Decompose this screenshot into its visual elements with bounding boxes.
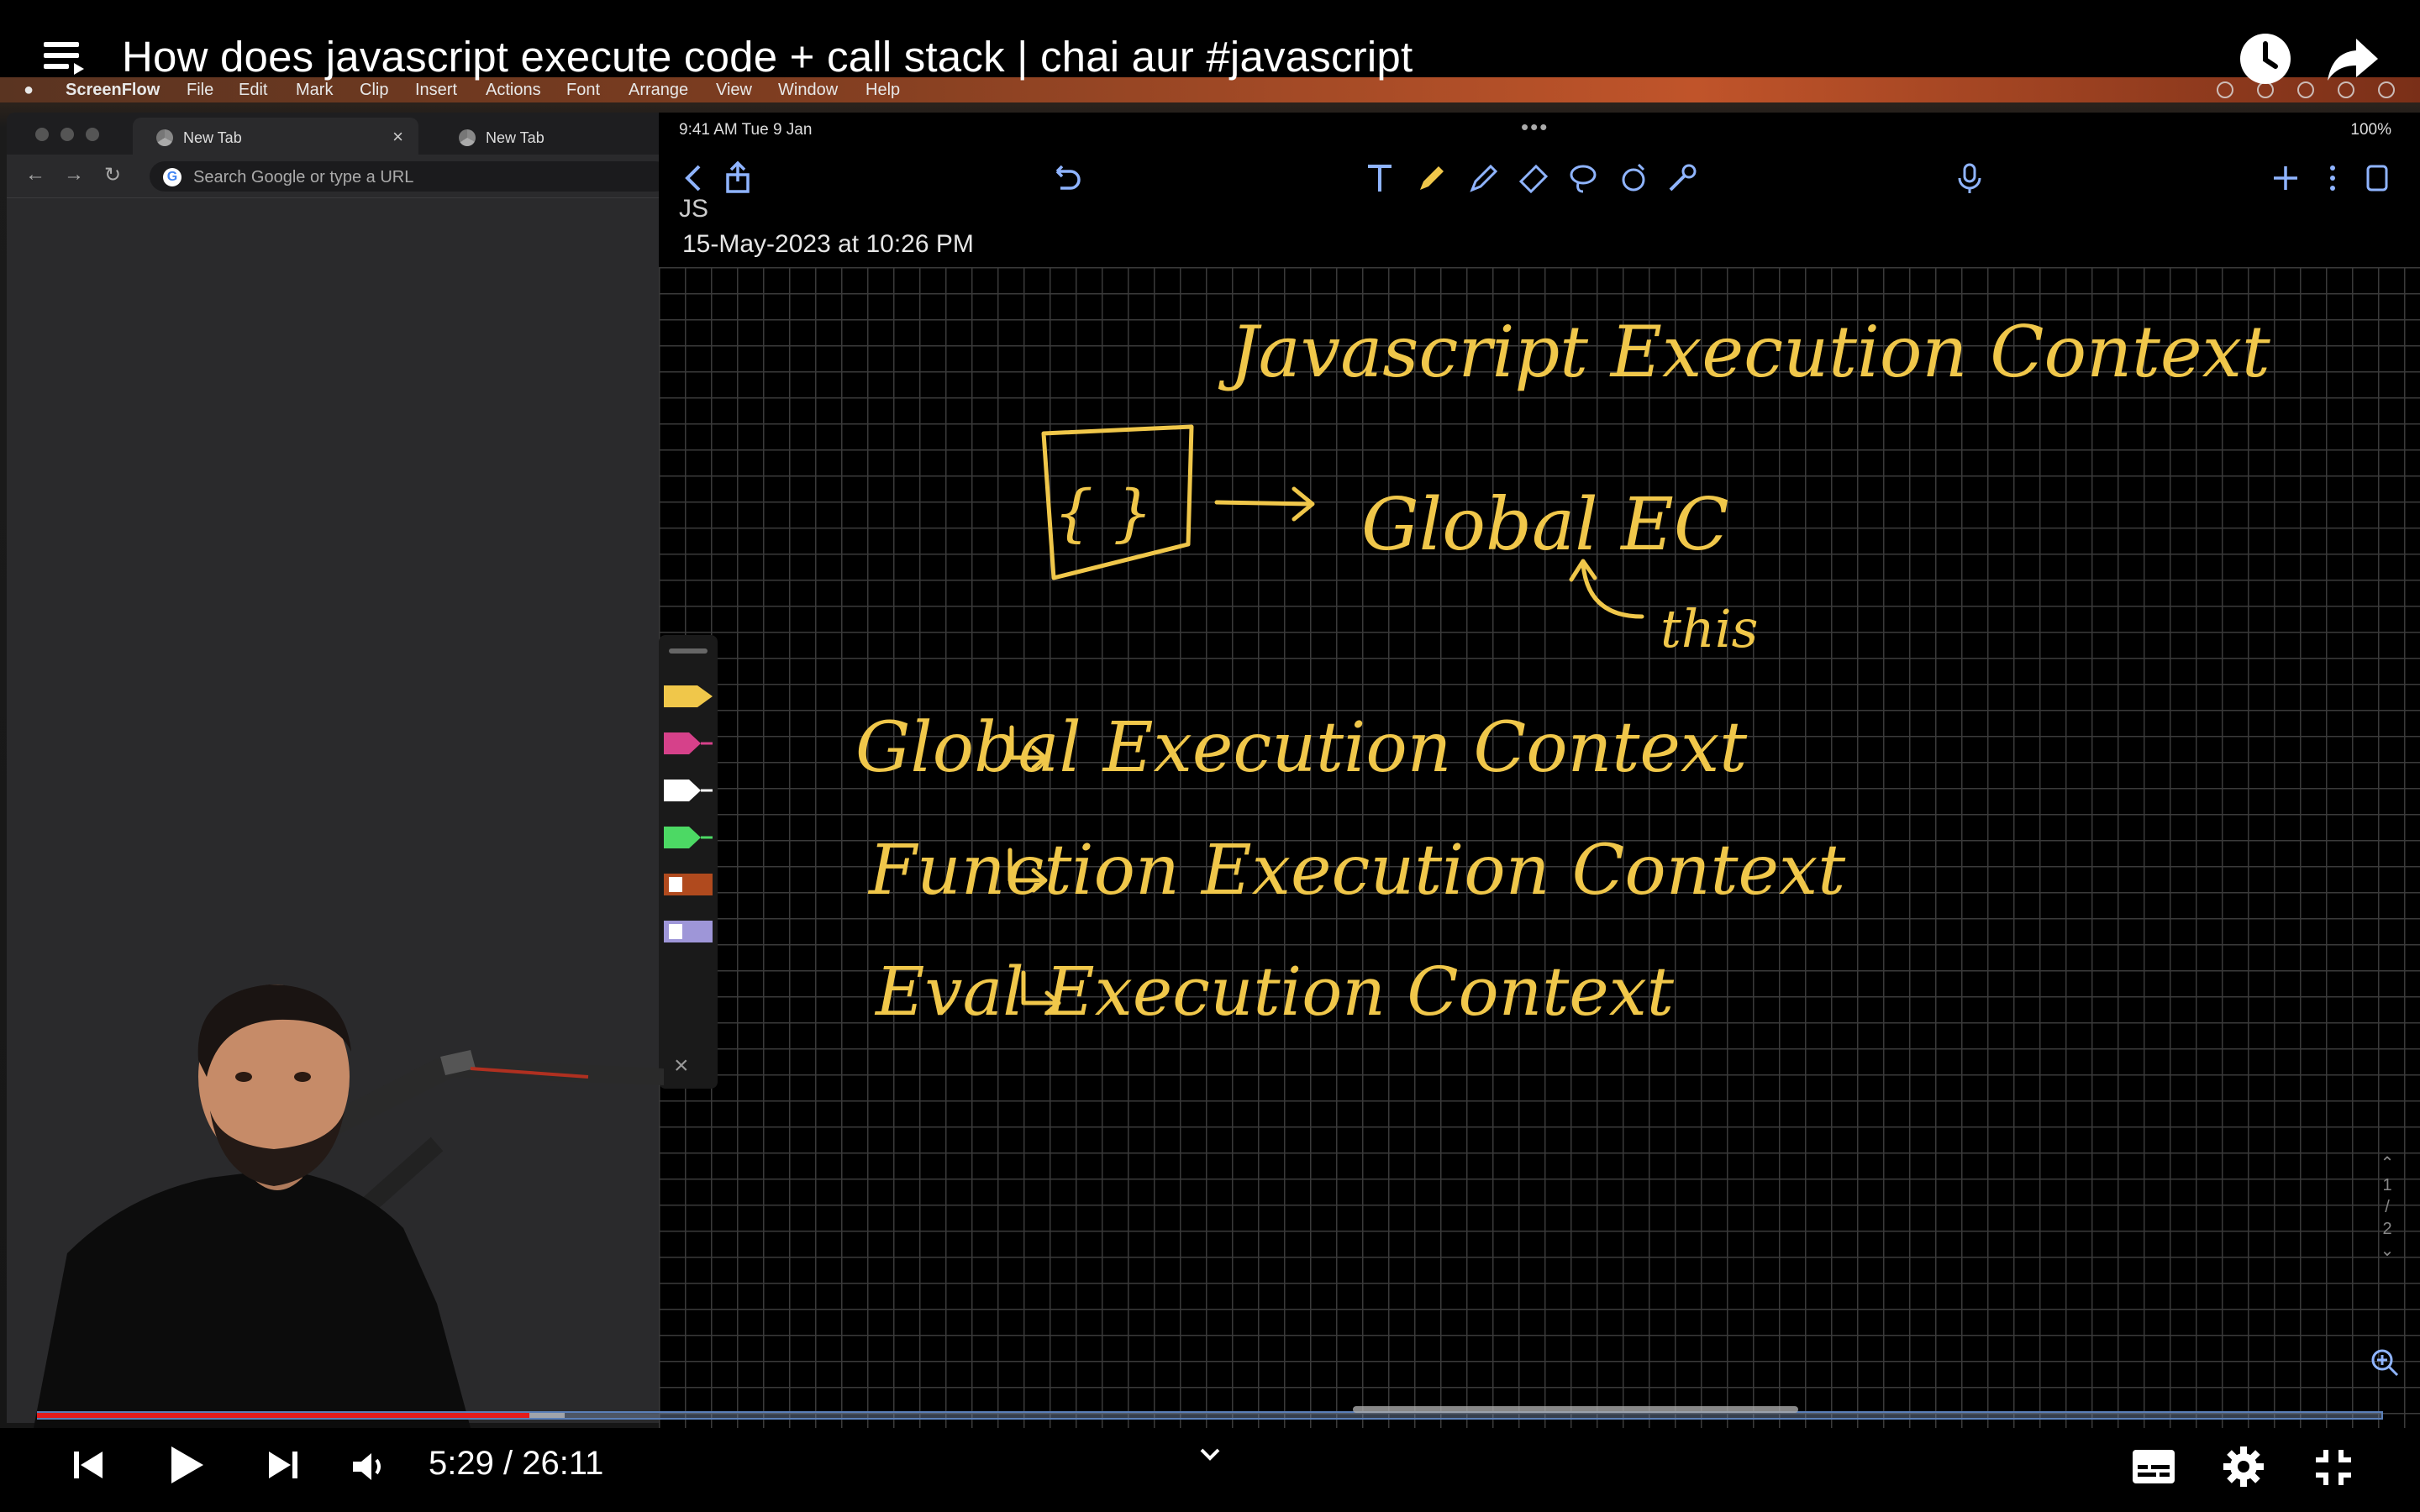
menu-item: Font xyxy=(566,81,601,99)
menu-item: Arrange xyxy=(629,81,689,99)
chrome-icon xyxy=(459,129,476,146)
laser-pointer-icon xyxy=(1669,164,1697,192)
handwritten-braces: { } xyxy=(1054,477,1153,549)
google-icon: G xyxy=(163,168,182,186)
video-frame[interactable]: ● ScreenFlow File Edit Mark Clip Insert … xyxy=(0,77,2420,1428)
apple-icon: ● xyxy=(24,81,34,99)
status-time: 9:41 AM Tue 9 Jan xyxy=(679,121,813,139)
eraser-icon xyxy=(1518,164,1549,194)
window-controls xyxy=(35,128,99,141)
chevron-down-icon[interactable] xyxy=(1193,1443,1227,1468)
this-arrow-sketch xyxy=(1569,559,1644,619)
menu-item: File xyxy=(187,81,214,99)
handwritten-title: Javascript Execution Context xyxy=(1218,311,2270,393)
presenter-webcam xyxy=(34,984,664,1428)
page-separator: / xyxy=(2385,1198,2390,1216)
page-current: 1 xyxy=(2382,1176,2392,1194)
multitask-dots-icon: ••• xyxy=(1521,114,1549,139)
highlighter-orange-icon xyxy=(664,872,713,897)
handwritten-this: this xyxy=(1660,598,1759,659)
microphone-icon xyxy=(1958,163,1981,193)
browser-tab-strip: New Tab × New Tab xyxy=(7,113,662,155)
menu-item: View xyxy=(716,81,752,99)
chevron-up-icon: ⌃ xyxy=(2380,1154,2395,1173)
pen-green-icon xyxy=(664,825,713,850)
progress-played xyxy=(37,1413,530,1418)
handwritten-item: Eval Execution Context xyxy=(874,953,1675,1031)
menu-item: Insert xyxy=(415,81,458,99)
zoom-in-icon xyxy=(2371,1349,2399,1377)
highlighter-icon xyxy=(1470,164,1498,192)
close-icon: × xyxy=(674,1052,689,1079)
highlighter-lavender-icon xyxy=(664,919,713,944)
share-icon[interactable] xyxy=(2326,32,2380,86)
back-chevron-icon xyxy=(685,165,701,192)
more-options-icon xyxy=(2330,165,2335,191)
notes-app: 9:41 AM Tue 9 Jan ••• 100% JS 15-May-202… xyxy=(659,113,2420,1428)
pen-tool-icon xyxy=(1420,166,1444,190)
menu-item: Help xyxy=(865,81,901,99)
tab-label: New Tab xyxy=(183,129,242,146)
time-display: 5:29 / 26:11 xyxy=(429,1445,603,1483)
pen-pink-icon xyxy=(664,731,713,756)
address-placeholder: Search Google or type a URL xyxy=(193,168,414,186)
menu-item: Mark xyxy=(296,81,334,99)
handwritten-global-ec: Global EC xyxy=(1361,483,1729,567)
close-icon: × xyxy=(392,126,403,147)
page-indicator: ⌃ 1 / 2 ⌄ xyxy=(2375,1152,2400,1262)
exit-fullscreen-icon[interactable] xyxy=(2312,1446,2354,1488)
player-controls xyxy=(0,1428,2420,1512)
menu-item: Actions xyxy=(486,81,541,99)
watch-later-icon[interactable] xyxy=(2238,32,2292,86)
note-title: JS xyxy=(679,195,709,223)
browser-tab: New Tab × xyxy=(133,118,418,155)
notes-canvas: Javascript Execution Context Global EC t… xyxy=(659,267,2420,1428)
subtitles-icon[interactable] xyxy=(2131,1448,2176,1485)
settings-gear-icon[interactable] xyxy=(2222,1445,2265,1488)
handwriting-layer: Javascript Execution Context Global EC t… xyxy=(855,311,2270,1031)
shapes-icon xyxy=(1622,163,1645,192)
ipad-home-indicator xyxy=(1353,1406,1798,1413)
menu-item: Window xyxy=(778,81,839,99)
chevron-down-icon: ⌄ xyxy=(2380,1242,2395,1260)
back-icon: ← xyxy=(25,163,45,186)
menu-item: Edit xyxy=(239,81,268,99)
lasso-icon xyxy=(1570,165,1597,193)
note-date: 15-May-2023 at 10:26 PM xyxy=(682,230,974,258)
text-tool-icon xyxy=(1368,165,1392,192)
pages-icon xyxy=(2366,165,2388,192)
current-time: 5:29 xyxy=(429,1445,494,1482)
forward-icon: → xyxy=(64,163,84,186)
browser-toolbar: ← → ↻ G Search Google or type a URL xyxy=(7,155,671,198)
tab-label: New Tab xyxy=(486,129,544,146)
duration: 26:11 xyxy=(522,1445,604,1482)
battery-status: 100% xyxy=(2350,121,2391,139)
arrow-sketch xyxy=(1214,486,1315,522)
handwritten-item: Function Execution Context xyxy=(867,831,1846,911)
progress-bar[interactable] xyxy=(37,1406,2383,1421)
export-icon xyxy=(726,160,750,193)
menu-item: Clip xyxy=(360,81,389,99)
next-icon[interactable] xyxy=(262,1445,302,1485)
notes-toolbar xyxy=(659,148,2420,207)
previous-icon[interactable] xyxy=(69,1445,109,1485)
play-icon[interactable] xyxy=(165,1443,208,1487)
pen-yellow-icon xyxy=(664,684,713,709)
time-separator: / xyxy=(502,1445,513,1482)
undo-icon xyxy=(1055,165,1081,190)
handwritten-item: Global Execution Context xyxy=(855,708,1748,788)
reload-icon: ↻ xyxy=(104,164,122,186)
player-top-bar: How does javascript execute code + call … xyxy=(0,0,2420,84)
address-bar: G Search Google or type a URL xyxy=(150,161,671,192)
palette-handle xyxy=(669,648,708,654)
page-total: 2 xyxy=(2382,1220,2392,1238)
ipad-status-bar: 9:41 AM Tue 9 Jan ••• 100% xyxy=(659,113,2420,148)
volume-icon[interactable] xyxy=(350,1446,390,1487)
chrome-icon xyxy=(156,129,173,146)
app-name: ScreenFlow xyxy=(66,81,160,99)
video-title[interactable]: How does javascript execute code + call … xyxy=(122,32,1413,81)
playlist-menu-icon[interactable] xyxy=(44,42,84,76)
add-page-icon xyxy=(2274,166,2297,190)
pen-white-icon xyxy=(664,778,713,803)
